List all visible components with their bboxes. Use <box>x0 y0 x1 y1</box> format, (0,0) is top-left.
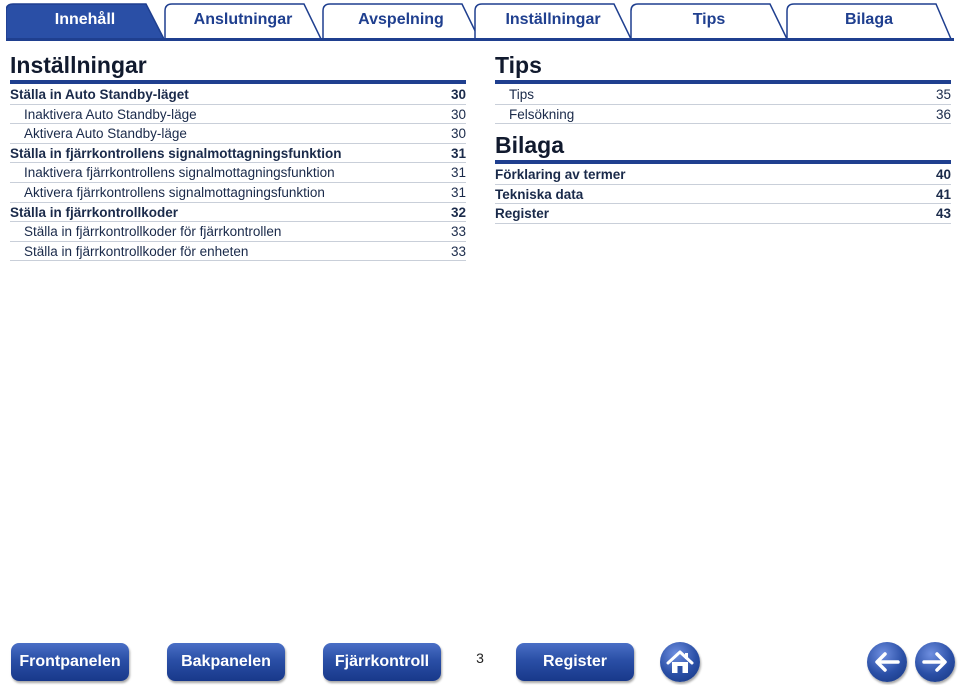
toc-entry-page: 31 <box>450 145 466 161</box>
frontpanel-button[interactable]: Frontpanelen <box>11 643 129 681</box>
tab-label: Inställningar <box>505 11 601 28</box>
tab-label: Anslutningar <box>193 11 293 28</box>
section-divider <box>495 160 951 165</box>
toc-entry-text: Ställa in fjärrkontrollens signalmottagn… <box>10 145 342 161</box>
toc-subentry[interactable]: Felsökning 36 <box>495 105 951 125</box>
toc-entry[interactable]: Ställa in Auto Standby-läget 30 <box>10 85 466 105</box>
toc-entry-page: 36 <box>935 106 951 122</box>
toc-entry-text: Felsökning <box>509 106 575 122</box>
toc-entry-text: Register <box>495 206 550 222</box>
arrow-right-icon <box>922 652 947 672</box>
toc-entry-page: 41 <box>935 186 951 202</box>
toc-subentry[interactable]: Inaktivera fjärrkontrollens signalmottag… <box>10 163 466 183</box>
toc-entry[interactable]: Ställa in fjärrkontrollens signalmottagn… <box>10 144 466 164</box>
backpanel-button[interactable]: Bakpanelen <box>167 643 285 681</box>
toc-subentry[interactable]: Ställa in fjärrkontrollkoder för enheten… <box>10 242 466 262</box>
toc-entry-page: 32 <box>450 204 466 220</box>
section-divider <box>495 80 951 84</box>
tab-label: Bilaga <box>844 11 893 28</box>
toc-entry[interactable]: Register 43 <box>495 204 951 224</box>
tab-tips[interactable]: Tips <box>630 3 788 39</box>
toc-entry-text: Tekniska data <box>495 186 584 202</box>
toc-entry-text: Inaktivera Auto Standby-läge <box>24 106 197 122</box>
toc-entry-page: 33 <box>450 243 466 259</box>
toc-entry-page: 31 <box>450 184 466 200</box>
tab-avspelning[interactable]: Avspelning <box>322 3 480 39</box>
section-title: Bilaga <box>495 132 565 159</box>
toc-entry-text: Ställa in Auto Standby-läget <box>10 87 189 102</box>
toc-entry-text: Aktivera Auto Standby-läge <box>24 126 187 142</box>
toc-subentry[interactable]: Aktivera fjärrkontrollens signalmottagni… <box>10 183 466 203</box>
toc-subentry[interactable]: Tips 35 <box>495 85 951 105</box>
toc-entry-text: Aktivera fjärrkontrollens signalmottagni… <box>24 184 325 200</box>
toc-subentry[interactable]: Aktivera Auto Standby-läge 30 <box>10 124 466 144</box>
tab-underline <box>6 38 954 41</box>
toc-entry-text: Ställa in fjärrkontrollkoder för fjärrko… <box>24 224 282 240</box>
next-page-button[interactable] <box>915 642 955 682</box>
toc-entry-page: 31 <box>450 165 466 181</box>
toc-entry-page: 30 <box>450 87 466 102</box>
toc-entry-page: 30 <box>450 126 466 142</box>
toc-entry[interactable]: Förklaring av termer 40 <box>495 165 951 185</box>
tab-label: Tips <box>692 11 726 28</box>
toc-entry-text: Tips <box>509 87 535 102</box>
section-title: Tips <box>495 52 542 78</box>
toc-entry-page: 33 <box>450 224 466 240</box>
toc-entry-text: Inaktivera fjärrkontrollens signalmottag… <box>24 165 335 181</box>
tab-bilaga[interactable]: Bilaga <box>786 3 952 39</box>
settings-section: Inställningar Ställa in Auto Standby-läg… <box>10 50 466 262</box>
toc-entry[interactable]: Ställa in fjärrkontrollkoder 32 <box>10 203 466 223</box>
tab-anslutningar[interactable]: Anslutningar <box>164 3 322 39</box>
toc-entry-page: 40 <box>935 167 951 183</box>
page-number: 3 <box>476 650 484 666</box>
tab-label: Innehåll <box>54 11 116 28</box>
remote-button[interactable]: Fjärrkontroll <box>323 643 441 681</box>
toc-subentry[interactable]: Ställa in fjärrkontrollkoder för fjärrko… <box>10 222 466 242</box>
tab-innehall[interactable]: Innehåll <box>6 3 164 39</box>
home-icon <box>666 650 694 673</box>
toc-entry-page: 43 <box>935 206 951 222</box>
section-title: Inställningar <box>10 52 147 78</box>
toc-subentry[interactable]: Inaktivera Auto Standby-läge 30 <box>10 105 466 125</box>
toc-entry-text: Ställa in fjärrkontrollkoder <box>10 204 179 220</box>
prev-page-button[interactable] <box>867 642 907 682</box>
section-divider <box>10 80 466 84</box>
toc-entry-text: Förklaring av termer <box>495 167 626 183</box>
toc-entry-text: Ställa in fjärrkontrollkoder för enheten <box>24 243 249 259</box>
toc-entry-page: 35 <box>935 87 951 102</box>
register-button[interactable]: Register <box>516 643 634 681</box>
arrow-left-icon <box>875 652 900 672</box>
toc-entry[interactable]: Tekniska data 41 <box>495 185 951 205</box>
tab-label: Avspelning <box>358 11 444 28</box>
toc-entry-page: 30 <box>450 106 466 122</box>
tips-bilaga-section: Tips Tips 35 Felsökning 36 Bilaga Förkla… <box>495 50 951 224</box>
top-tab-bar: Innehåll Anslutningar Avspelning Inställ… <box>0 0 960 42</box>
tab-installningar[interactable]: Inställningar <box>474 3 632 39</box>
home-button[interactable] <box>660 642 700 682</box>
